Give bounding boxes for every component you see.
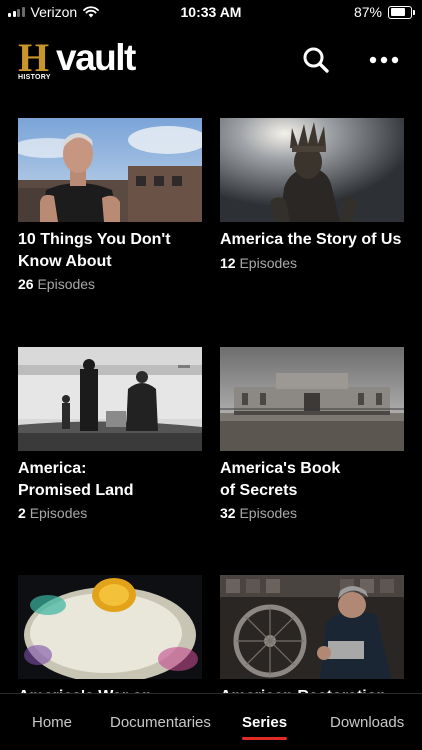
series-thumbnail[interactable] [18,347,202,451]
battery-percent: 87% [353,4,382,20]
active-tab-indicator [242,737,288,740]
series-grid: 10 Things You Don't Know About 26 Episod… [18,118,404,694]
episode-count: 32 Episodes [220,505,298,521]
logo-brand: HISTORY [18,74,51,81]
series-thumbnail[interactable] [220,118,404,222]
bottom-tab-bar: Home Documentaries Series Downloads [0,693,422,750]
more-button[interactable] [366,42,402,78]
app-header: H HISTORY vault [0,36,422,84]
more-icon [369,56,399,64]
series-thumbnail[interactable] [18,575,202,679]
episode-count: 26 Episodes [18,276,96,292]
logo-letter: H [18,35,50,80]
series-thumbnail[interactable] [220,575,404,679]
search-button[interactable] [298,42,334,78]
episode-count: 2 Episodes [18,505,88,521]
tab-documentaries[interactable]: Documentaries [110,714,211,731]
status-bar: Verizon 10:33 AM 87% [0,0,422,24]
episode-count: 12 Episodes [220,254,298,271]
battery-icon [388,5,415,19]
series-card[interactable]: America: Promised Land 2 Episodes [18,347,202,522]
logo-product: vault [56,37,136,78]
tab-downloads[interactable]: Downloads [330,714,404,731]
series-title[interactable]: America the Story of Us [220,229,404,251]
series-title[interactable]: America's Book of Secrets [220,458,404,501]
tab-home[interactable]: Home [32,714,72,731]
series-card[interactable]: America's Book of Secrets 32 Episodes [220,347,404,522]
search-icon [303,47,329,73]
tab-series[interactable]: Series [242,714,288,740]
series-thumbnail[interactable] [220,347,404,451]
series-title[interactable]: America: Promised Land [18,458,202,501]
series-card[interactable]: America the Story of Us 12 Episodes [220,118,404,272]
series-title[interactable]: 10 Things You Don't Know About [18,229,202,272]
series-card[interactable]: American Restoration [220,575,404,694]
series-card[interactable]: America's War on Drugs [18,575,202,694]
series-thumbnail[interactable] [18,118,202,222]
series-card[interactable]: 10 Things You Don't Know About 26 Episod… [18,118,202,293]
